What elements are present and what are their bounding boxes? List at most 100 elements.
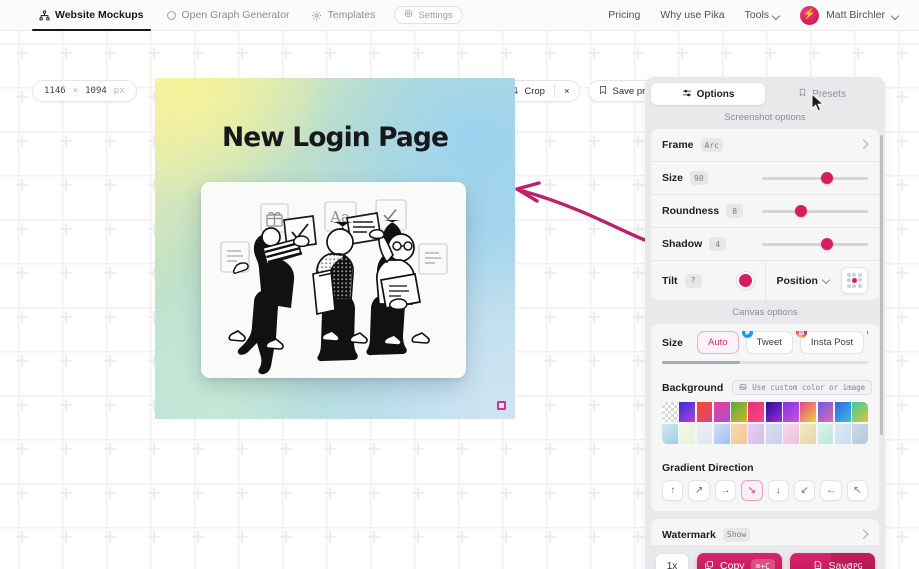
position-dot[interactable] <box>846 278 851 283</box>
position-dot[interactable] <box>852 284 857 289</box>
tab-options[interactable]: Options <box>651 83 765 105</box>
position-dot[interactable] <box>858 278 863 283</box>
copy-button[interactable]: Copy ⌘+C <box>697 553 782 569</box>
shadow-slider[interactable] <box>762 238 868 250</box>
background-swatch[interactable] <box>765 423 782 444</box>
scrollbar-thumb[interactable] <box>662 361 741 364</box>
background-swatch[interactable] <box>834 402 851 422</box>
position-dot-selected[interactable] <box>851 277 857 283</box>
nav-right-group: Pricing Why use Pika Tools ⚡ Matt Birchl… <box>608 5 919 25</box>
background-swatch[interactable] <box>852 402 868 422</box>
chip-label: Insta Post <box>810 337 854 348</box>
size-slider[interactable] <box>762 172 868 184</box>
watermark-row[interactable]: Watermark Show <box>651 519 879 546</box>
watermark-value: Show <box>722 527 751 542</box>
save-button[interactable]: Save .JPG <box>790 553 875 569</box>
panel-scrollbar[interactable] <box>879 135 883 545</box>
canvas-size-label: Size <box>662 336 684 349</box>
background-swatch[interactable] <box>662 402 678 422</box>
frame-row[interactable]: Frame Arc <box>651 129 879 162</box>
dimension-readout[interactable]: 1146 × 1094 px <box>32 80 137 102</box>
background-swatch[interactable] <box>852 423 868 444</box>
canvas-heading-text[interactable]: New Login Page <box>155 122 515 153</box>
slider-knob[interactable] <box>794 205 807 217</box>
user-menu[interactable]: ⚡ Matt Birchler <box>800 5 899 25</box>
gradient-direction-2[interactable]: → <box>714 479 737 501</box>
nav-tab-open-graph-generator[interactable]: Open Graph Generator <box>155 0 301 31</box>
size-chips-scrollbar[interactable] <box>662 361 868 364</box>
instagram-icon <box>867 331 868 338</box>
slider-knob[interactable] <box>821 172 834 184</box>
nav-menu-tools[interactable]: Tools <box>745 9 781 21</box>
background-swatch[interactable] <box>800 402 817 422</box>
background-swatch[interactable] <box>696 402 713 422</box>
position-dot[interactable] <box>846 284 851 289</box>
gradient-direction-5[interactable]: ↙ <box>793 479 816 501</box>
slider-track <box>762 210 868 213</box>
slider-knob[interactable] <box>821 238 834 250</box>
background-swatch[interactable] <box>817 402 834 422</box>
chip-tweet[interactable]: Tweet <box>741 331 793 354</box>
zoom-level-button[interactable]: 1x <box>655 553 689 569</box>
canvas-dimension-field[interactable]: 1146 × 1094 px <box>32 80 137 102</box>
gradient-direction-1[interactable]: ↗ <box>688 479 710 501</box>
avatar: ⚡ <box>800 5 820 25</box>
chip-insta-post[interactable]: Insta Post <box>795 331 865 354</box>
tilt-help-badge[interactable]: ? <box>684 273 702 288</box>
background-swatch[interactable] <box>679 402 696 422</box>
background-swatch[interactable] <box>765 402 782 422</box>
background-swatch[interactable] <box>783 423 799 444</box>
background-swatch[interactable] <box>800 423 817 444</box>
background-swatch[interactable] <box>748 402 765 422</box>
crop-clear-button[interactable]: × <box>555 81 579 101</box>
position-dot[interactable] <box>846 272 851 277</box>
background-swatch[interactable] <box>834 423 851 444</box>
position-control[interactable]: Position <box>764 261 880 300</box>
chip-auto[interactable]: Auto <box>697 331 739 354</box>
background-swatch[interactable] <box>662 423 678 444</box>
tilt-color-swatch[interactable] <box>736 272 754 289</box>
gradient-direction-4[interactable]: ↓ <box>767 479 789 501</box>
gradient-direction-7[interactable]: ↖ <box>846 479 868 501</box>
save-format-badge[interactable]: .JPG <box>831 553 875 569</box>
chip-label: Auto <box>708 337 728 348</box>
background-swatch[interactable] <box>817 423 834 444</box>
scrollbar-thumb[interactable] <box>879 135 883 435</box>
nav-tab-label: Templates <box>327 9 376 21</box>
nav-link-pricing[interactable]: Pricing <box>608 9 640 21</box>
tilt-control[interactable]: Tilt ? <box>651 261 765 300</box>
position-dot[interactable] <box>852 272 857 277</box>
canvas-resize-handle[interactable] <box>497 401 506 410</box>
background-swatch[interactable] <box>713 402 730 422</box>
user-name-label: Matt Birchler <box>826 9 885 21</box>
slider-track <box>762 243 868 246</box>
mockup-canvas[interactable]: New Login Page Aa <box>155 78 515 419</box>
size-value: 90 <box>690 171 708 185</box>
gradient-direction-6[interactable]: ← <box>820 479 842 501</box>
use-custom-color-button[interactable]: Use custom color or image <box>732 380 873 395</box>
pika-editor-app: Website Mockups Open Graph Generator Tem… <box>0 0 919 569</box>
gradient-direction-3[interactable]: ↘ <box>741 479 763 501</box>
background-swatch[interactable] <box>713 423 730 444</box>
background-swatch[interactable] <box>731 423 747 444</box>
background-swatch[interactable] <box>696 423 713 444</box>
nav-tab-templates[interactable]: Templates <box>300 0 386 31</box>
nav-settings-button[interactable]: Settings <box>394 6 463 24</box>
background-swatch[interactable] <box>783 402 799 422</box>
canvas-container[interactable]: New Login Page Aa <box>155 78 515 419</box>
dimension-width: 1146 <box>44 86 66 96</box>
background-swatch[interactable] <box>679 423 696 444</box>
background-label: Background <box>662 381 724 394</box>
position-dot[interactable] <box>858 284 863 289</box>
background-swatch[interactable] <box>748 423 765 444</box>
background-swatch[interactable] <box>731 402 747 422</box>
extras-card: Watermark Show Edit Text Hide <box>651 518 879 546</box>
roundness-slider[interactable] <box>762 205 868 217</box>
gradient-direction-0[interactable]: ↑ <box>662 479 684 501</box>
position-dot[interactable] <box>858 272 863 277</box>
nav-tab-website-mockups[interactable]: Website Mockups <box>28 0 155 31</box>
position-dot-grid[interactable] <box>841 267 868 294</box>
nav-link-why-use-pika[interactable]: Why use Pika <box>660 9 724 21</box>
screenshot-card[interactable]: Aa <box>201 182 466 378</box>
shadow-row: Shadow 4 <box>651 228 879 261</box>
